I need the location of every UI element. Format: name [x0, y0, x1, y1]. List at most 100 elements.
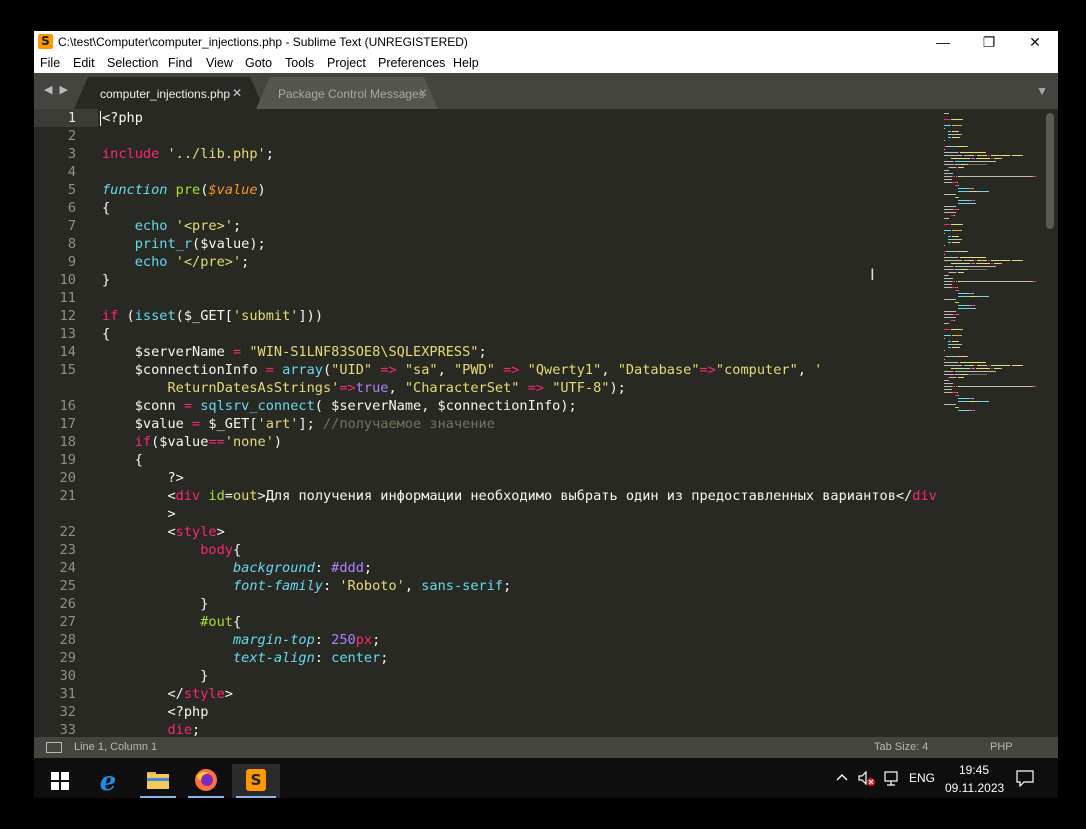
minimap-stroke [988, 155, 990, 156]
window-title: C:\test\Computer\computer_injections.php… [58, 35, 468, 49]
minimap-stroke [951, 158, 971, 159]
minimap-stroke [947, 137, 952, 138]
minimap-stroke [951, 263, 971, 264]
vertical-scrollbar[interactable] [1046, 113, 1054, 229]
code-editor[interactable]: 1 <?php 2 3 include '../lib.php'; 4 5 function … [34, 109, 1058, 737]
tab-computer-injections[interactable]: computer_injections.php ✕ [88, 79, 248, 109]
panel-toggle-icon[interactable] [46, 742, 62, 753]
minimize-button[interactable]: — [920, 31, 966, 53]
minimap-stroke [944, 365, 962, 366]
tab-close-icon[interactable]: ✕ [232, 86, 242, 100]
sublime-text-icon[interactable]: S [232, 764, 280, 798]
line-number: 7 [67, 218, 76, 234]
tab-close-icon[interactable]: ✕ [418, 86, 428, 100]
internet-explorer-icon[interactable]: e [86, 764, 130, 798]
minimap-stroke [1033, 281, 1036, 282]
minimap-stroke [958, 308, 968, 309]
minimap-stroke [1011, 260, 1021, 261]
minimap-stroke [944, 317, 956, 318]
menu-selection[interactable]: Selection [107, 56, 158, 70]
minimap-stroke [958, 410, 968, 411]
line-code: $conn = sqlsrv_connect( $serverName, $co… [102, 398, 577, 414]
minimap-stroke [988, 191, 990, 192]
minimap-stroke [953, 320, 955, 321]
minimap-stroke [979, 191, 989, 192]
notifications-icon[interactable] [1016, 770, 1034, 787]
minimap-stroke [956, 182, 958, 183]
minimap-stroke [952, 176, 955, 177]
tab-package-control-messages[interactable]: Package Control Messages ✕ [266, 79, 428, 109]
tab-label: Package Control Messages [278, 87, 425, 101]
tab-size[interactable]: Tab Size: 4 [874, 741, 928, 753]
minimap-stroke [965, 146, 969, 147]
menu-bar: File Edit Selection Find View Goto Tools… [34, 53, 1058, 73]
minimap-stroke [958, 251, 966, 252]
minimap-stroke [944, 275, 949, 276]
input-language[interactable]: ENG [909, 771, 935, 785]
tab-list-dropdown-icon[interactable]: ▼ [1036, 84, 1048, 98]
firefox-icon[interactable] [184, 764, 228, 798]
ibeam-cursor-icon: I [870, 265, 875, 284]
minimap-stroke [944, 374, 954, 375]
menu-view[interactable]: View [206, 56, 233, 70]
menu-edit[interactable]: Edit [73, 56, 95, 70]
line-code: } [102, 272, 111, 288]
line-number: 16 [59, 398, 76, 414]
minimap-stroke [1000, 260, 1010, 261]
minimap-stroke [1011, 155, 1021, 156]
menu-goto[interactable]: Goto [245, 56, 272, 70]
minimap-stroke [944, 149, 945, 150]
menu-file[interactable]: File [40, 56, 60, 70]
minimap-stroke [988, 260, 990, 261]
network-icon[interactable] [884, 771, 900, 787]
line-code: <style> [102, 524, 225, 540]
menu-tools[interactable]: Tools [285, 56, 314, 70]
sublime-text-window: S C:\test\Computer\computer_injections.p… [34, 31, 1058, 758]
minimap-stroke [944, 278, 953, 279]
minimap-stroke [944, 311, 956, 312]
minimap-stroke [944, 224, 951, 225]
minimap-stroke [944, 218, 949, 219]
tab-nav-arrows-icon[interactable]: ◀ ▶ [44, 83, 70, 96]
windows-start-icon[interactable] [38, 764, 82, 798]
minimap-stroke [944, 128, 945, 129]
show-hidden-icons-chevron-icon[interactable] [836, 773, 848, 781]
tab-label: computer_injections.php [100, 87, 231, 101]
syntax-mode[interactable]: PHP [990, 741, 1013, 753]
line-number: 19 [59, 452, 76, 468]
clock-date[interactable]: 09.11.2023 [945, 781, 1004, 795]
minimap-stroke [982, 365, 988, 366]
minimap-stroke [956, 392, 958, 393]
menu-preferences[interactable]: Preferences [378, 56, 445, 70]
minimap-stroke [974, 203, 976, 204]
minimap-stroke [968, 374, 988, 375]
menu-help[interactable]: Help [453, 56, 479, 70]
line-code: { [102, 200, 111, 216]
menu-find[interactable]: Find [168, 56, 192, 70]
minimap-stroke [958, 401, 969, 402]
minimap-stroke [944, 233, 945, 234]
minimap-stroke [958, 395, 960, 396]
line-code: ?> [102, 470, 184, 486]
minimap-stroke [962, 167, 964, 168]
line-number: 24 [59, 560, 76, 576]
minimap-stroke [944, 284, 953, 285]
minimap-stroke [944, 230, 952, 231]
minimap-stroke [965, 356, 969, 357]
clock-time[interactable]: 19:45 [959, 763, 989, 777]
line-number: 18 [59, 434, 76, 450]
close-button[interactable]: ✕ [1012, 31, 1058, 53]
minimap[interactable] [944, 109, 1044, 737]
line-code: $value = $_GET['art']; //получаемое знач… [102, 416, 495, 432]
file-explorer-icon[interactable] [136, 764, 180, 798]
minimap-stroke [977, 158, 990, 159]
minimap-stroke [944, 140, 945, 141]
volume-muted-icon[interactable] [858, 771, 876, 787]
maximize-button[interactable]: ❐ [966, 31, 1012, 53]
line-code: echo '<pre>'; [134, 218, 242, 234]
menu-project[interactable]: Project [327, 56, 366, 70]
minimap-stroke [960, 257, 986, 258]
minimap-stroke [973, 410, 975, 411]
minimap-stroke [973, 200, 975, 201]
minimap-stroke [974, 260, 977, 261]
